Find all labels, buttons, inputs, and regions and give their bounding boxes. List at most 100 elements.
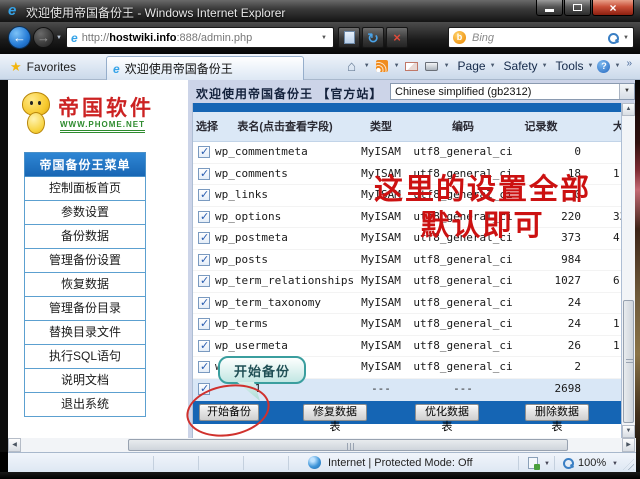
safety-dropdown-icon[interactable]: ▼ (542, 63, 548, 69)
sidebar-menu-item[interactable]: 管理备份目录 (24, 297, 146, 321)
row-checkbox[interactable] (198, 340, 210, 352)
table-type: MyISAM (351, 339, 411, 352)
charset-dropdown-icon[interactable]: ▼ (619, 84, 634, 99)
optimize-tables-button[interactable]: 优化数据表 (415, 404, 479, 421)
row-checkbox[interactable] (198, 189, 210, 201)
smartscreen-dropdown-icon[interactable]: ▼ (544, 461, 550, 467)
sidebar-menu-item[interactable]: 恢复数据 (24, 273, 146, 297)
page-menu[interactable]: Page (458, 59, 486, 73)
sidebar-menu-item[interactable]: 参数设置 (24, 201, 146, 225)
row-checkbox[interactable] (198, 361, 210, 373)
sidebar-menu-item[interactable]: 执行SQL语句 (24, 345, 146, 369)
horizontal-scrollbar[interactable]: ◀ ▶ (8, 438, 636, 452)
zoom-level[interactable]: 100% (578, 457, 606, 469)
smartscreen-icon[interactable] (528, 457, 538, 469)
vertical-scrollbar-thumb[interactable] (623, 300, 634, 423)
sidebar-menu-item[interactable]: 替换目录文件 (24, 321, 146, 345)
delete-tables-button[interactable]: 删除数据表 (525, 404, 589, 421)
row-checkbox[interactable] (198, 146, 210, 158)
search-icon[interactable] (607, 32, 619, 44)
sidebar-menu-item[interactable]: 备份数据 (24, 225, 146, 249)
forward-button[interactable]: → (33, 27, 54, 48)
table-type: MyISAM (351, 317, 411, 330)
row-checkbox[interactable] (198, 168, 210, 180)
table-type: MyISAM (351, 253, 411, 266)
search-placeholder: Bing (472, 32, 494, 44)
help-dropdown-icon[interactable]: ▼ (614, 63, 620, 69)
zoom-icon[interactable] (562, 457, 574, 469)
vertical-scrollbar[interactable]: ▲ ▼ (622, 103, 635, 438)
tools-menu[interactable]: Tools (556, 59, 584, 73)
home-dropdown-icon[interactable]: ▼ (364, 63, 370, 69)
stop-button[interactable]: × (386, 27, 408, 48)
horizontal-scrollbar-thumb[interactable] (128, 439, 568, 451)
row-checkbox[interactable] (198, 275, 210, 287)
home-icon[interactable]: ⌂ (344, 58, 360, 74)
back-button[interactable]: ← (8, 26, 31, 49)
search-dropdown-icon[interactable]: ▼ (623, 35, 629, 41)
table-name-link[interactable]: wp_comments (215, 167, 288, 180)
window-title: 欢迎使用帝国备份王 - Windows Internet Explorer (26, 4, 285, 21)
url-text: http://hostwiki.info:888/admin.php (82, 32, 253, 44)
scroll-up-icon[interactable]: ▲ (622, 103, 635, 116)
table-size: 6 (613, 274, 622, 287)
refresh-button[interactable]: ↻ (362, 27, 384, 48)
status-separator (554, 456, 555, 470)
table-encoding: utf8_general_ci (411, 145, 515, 158)
window-left-border (0, 80, 8, 452)
row-checkbox[interactable] (198, 254, 210, 266)
table-encoding: utf8_general_ci (411, 339, 515, 352)
close-button[interactable]: × (592, 0, 634, 16)
page-dropdown-icon[interactable]: ▼ (490, 63, 496, 69)
maximize-button[interactable] (564, 0, 591, 16)
repair-tables-button[interactable]: 修复数据表 (303, 404, 367, 421)
annotation-line1: 这里的设置全部 (360, 172, 605, 208)
scroll-right-icon[interactable]: ▶ (622, 438, 635, 452)
scroll-left-icon[interactable]: ◀ (8, 438, 21, 452)
table-name-link[interactable]: wp_links (215, 188, 268, 201)
print-dropdown-icon[interactable]: ▼ (444, 63, 450, 69)
table-name-link[interactable]: wp_term_relationships (215, 274, 354, 287)
sidebar-menu-item[interactable]: 控制面板首页 (24, 177, 146, 201)
address-bar[interactable]: e http://hostwiki.info:888/admin.php ▼ (66, 27, 334, 48)
table-encoding: utf8_general_ci (411, 274, 515, 287)
table-name-link[interactable]: wp_posts (215, 253, 268, 266)
minimize-button[interactable] (536, 0, 563, 16)
table-name-link[interactable]: wp_commentmeta (215, 145, 308, 158)
address-dropdown-icon[interactable]: ▼ (319, 35, 329, 41)
row-checkbox[interactable] (198, 318, 210, 330)
mascot-icon (18, 88, 56, 138)
resize-grip[interactable] (623, 459, 634, 470)
overflow-chevron-icon[interactable]: » (626, 58, 632, 69)
print-icon[interactable] (424, 58, 440, 74)
email-icon[interactable] (404, 58, 420, 74)
summary-type: --- (351, 382, 411, 395)
charset-select[interactable]: Chinese simplified (gb2312) ▼ (390, 83, 635, 100)
table-name-link[interactable]: wp_term_taxonomy (215, 296, 321, 309)
help-icon[interactable]: ? (597, 60, 610, 73)
zoom-dropdown-icon[interactable]: ▼ (612, 461, 618, 467)
sidebar-menu-item[interactable]: 说明文档 (24, 369, 146, 393)
status-separator (518, 456, 519, 470)
table-name-link[interactable]: wp_usermeta (215, 339, 288, 352)
active-tab[interactable]: e 欢迎使用帝国备份王 (106, 56, 304, 80)
row-checkbox[interactable] (198, 232, 210, 244)
row-checkbox[interactable] (198, 297, 210, 309)
tools-dropdown-icon[interactable]: ▼ (588, 63, 594, 69)
search-box[interactable]: b Bing ▼ (448, 27, 634, 48)
favorites-button[interactable]: ★ Favorites (10, 59, 76, 75)
scroll-down-icon[interactable]: ▼ (622, 425, 635, 438)
compatibility-view-button[interactable] (338, 27, 360, 48)
tab-favicon: e (113, 62, 120, 76)
table-name-link[interactable]: wp_terms (215, 317, 268, 330)
history-dropdown-icon[interactable]: ▼ (56, 35, 62, 41)
table-name-link[interactable]: wp_postmeta (215, 231, 288, 244)
rss-dropdown-icon[interactable]: ▼ (394, 63, 400, 69)
sidebar-menu-item[interactable]: 退出系统 (24, 393, 146, 417)
header-encoding: 编码 (415, 112, 511, 142)
rss-icon[interactable] (374, 58, 390, 74)
sidebar-menu-item[interactable]: 管理备份设置 (24, 249, 146, 273)
safety-menu[interactable]: Safety (504, 59, 538, 73)
table-name-link[interactable]: wp_options (215, 210, 281, 223)
row-checkbox[interactable] (198, 211, 210, 223)
